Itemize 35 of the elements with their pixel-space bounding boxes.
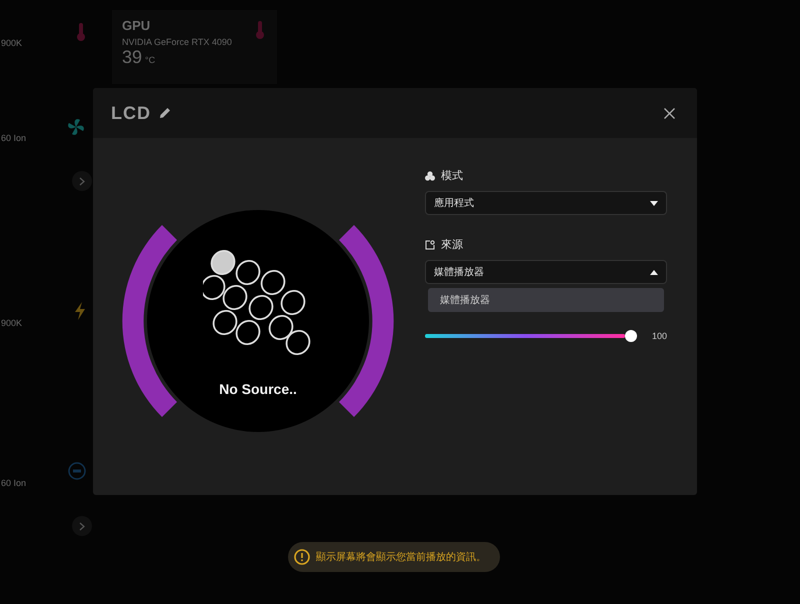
preview-message: No Source..	[219, 380, 297, 396]
card-title: GPU	[122, 18, 150, 33]
close-button[interactable]	[664, 108, 675, 118]
mode-dropdown[interactable]: 應用程式	[425, 191, 667, 215]
caret-down-icon	[650, 200, 658, 206]
field-label: 來源	[441, 238, 463, 252]
lcd-icon	[68, 462, 86, 480]
dropdown-option[interactable]: 媒體播放器	[428, 288, 664, 312]
device-subtitle: 900K	[1, 38, 22, 48]
card-subtitle: NVIDIA GeForce RTX 4090	[122, 37, 232, 47]
chevron-icon	[79, 176, 85, 186]
chevron-button[interactable]	[72, 516, 92, 536]
field-label: 模式	[441, 169, 463, 183]
chevron-button[interactable]	[72, 171, 92, 191]
temperature-value: 39	[122, 47, 142, 67]
pencil-icon[interactable]	[159, 107, 171, 119]
dialog-title: LCD	[111, 102, 151, 124]
warning-icon	[294, 549, 310, 565]
fan-icon	[66, 117, 86, 137]
device-subtitle: 60 Ion	[1, 478, 26, 488]
chevron-icon	[79, 522, 85, 530]
device-subtitle: 60 Ion	[1, 133, 26, 143]
circles-icon	[425, 170, 435, 180]
device-subtitle: 900K	[1, 318, 22, 328]
slider-value: 100	[650, 331, 667, 341]
thermometer-icon	[255, 20, 265, 40]
image-icon	[425, 240, 435, 250]
thermometer-icon	[76, 22, 86, 42]
source-dropdown[interactable]: 媒體播放器	[425, 260, 667, 284]
caret-up-icon	[650, 270, 658, 274]
unit-label: °C	[145, 55, 156, 65]
toast-message: 顯示屏幕將會顯示您當前播放的資訊。	[316, 550, 486, 564]
lightning-icon	[74, 302, 86, 320]
slider-thumb[interactable]	[625, 330, 637, 342]
slider-track[interactable]	[425, 330, 637, 342]
